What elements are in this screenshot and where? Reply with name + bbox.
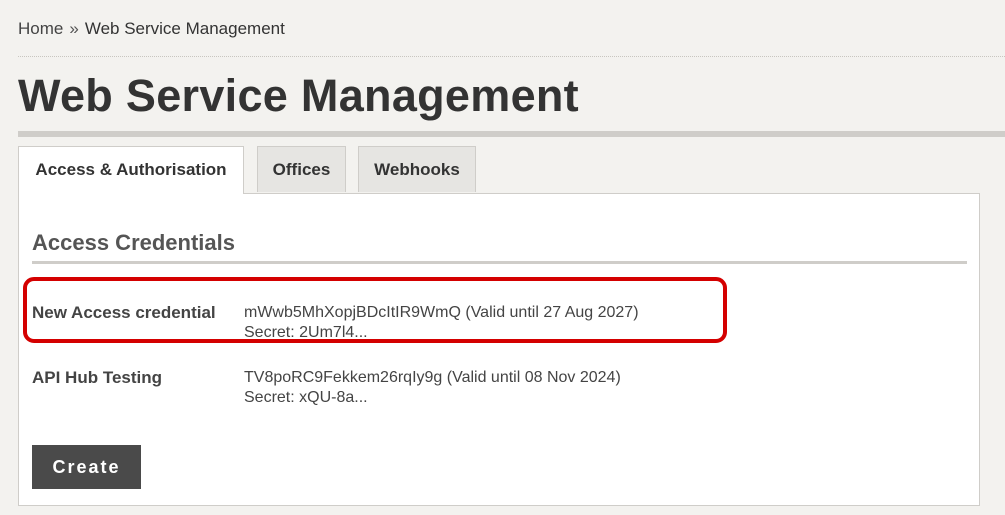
credential-key: mWwb5MhXopjBDcItIR9WmQ (Valid until 27 A… <box>244 304 639 321</box>
credential-value: TV8poRC9Fekkem26rqIy9g (Valid until 08 N… <box>244 368 621 408</box>
credential-secret: Secret: xQU-8a... <box>244 389 368 406</box>
credential-name: API Hub Testing <box>32 368 163 387</box>
tab-webhooks[interactable]: Webhooks <box>358 146 476 192</box>
create-button[interactable]: Create <box>32 445 141 489</box>
breadcrumb: Home » Web Service Management <box>18 19 285 39</box>
page-title: Web Service Management <box>18 70 579 121</box>
breadcrumb-divider <box>18 56 1005 57</box>
tab-panel-access-authorisation: Access Credentials New Access credential… <box>18 193 980 506</box>
tab-access-authorisation[interactable]: Access & Authorisation <box>18 146 244 194</box>
credential-value: mWwb5MhXopjBDcItIR9WmQ (Valid until 27 A… <box>244 303 639 343</box>
credential-key: TV8poRC9Fekkem26rqIy9g (Valid until 08 N… <box>244 369 621 386</box>
section-divider <box>32 261 967 264</box>
breadcrumb-current: Web Service Management <box>84 19 285 38</box>
credential-secret: Secret: 2Um7l4... <box>244 324 368 341</box>
credential-name: New Access credential <box>32 303 216 322</box>
breadcrumb-home-link[interactable]: Home <box>18 19 63 38</box>
section-title: Access Credentials <box>32 230 235 255</box>
breadcrumb-separator: » <box>69 19 79 38</box>
tab-offices[interactable]: Offices <box>257 146 346 192</box>
title-divider <box>18 131 1005 137</box>
